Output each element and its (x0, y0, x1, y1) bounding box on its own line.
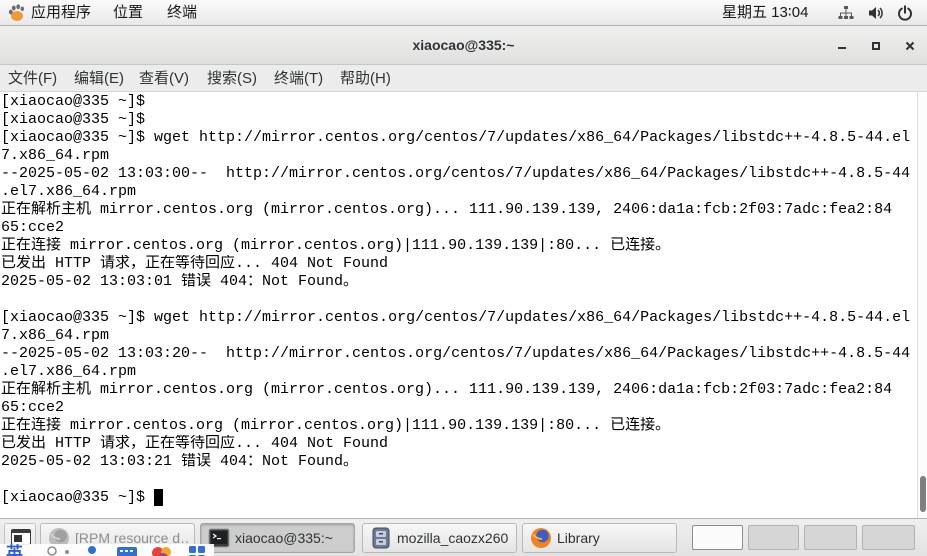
terminal-line: 正在解析主机 mirror.centos.org (mirror.centos.… (1, 201, 893, 218)
terminal-line: 2025-05-02 13:03:21 错误 404：Not Found。 (1, 453, 359, 470)
menu-help[interactable]: 帮助(H) (340, 65, 391, 92)
maximize-icon (872, 42, 880, 50)
dot-icon[interactable] (62, 545, 72, 556)
terminal-line: 已发出 HTTP 请求，正在等待回应... 404 Not Found (1, 255, 389, 272)
user-icon[interactable] (84, 545, 100, 556)
terminal-line: 正在连接 mirror.centos.org (mirror.centos.or… (1, 417, 671, 434)
window-title: xiaocao@335:~ (412, 37, 515, 53)
window-titlebar[interactable]: xiaocao@335:~ (0, 26, 927, 65)
prompt-text: [xiaocao@335 ~]$ (1, 489, 155, 506)
minimize-button[interactable] (832, 38, 852, 54)
menu-edit[interactable]: 编辑(E) (74, 65, 124, 92)
terminal-line: [xiaocao@335 ~]$ (1, 111, 146, 128)
terminal-line: [xiaocao@335 ~]$ (1, 93, 146, 110)
close-icon (905, 41, 915, 51)
minimize-icon (838, 47, 846, 49)
terminal-line: 7.x86_64.rpm (1, 327, 110, 344)
workspace-2[interactable] (748, 525, 799, 550)
keyboard-icon[interactable] (116, 545, 138, 556)
gnome-foot-icon[interactable] (7, 4, 25, 22)
input-mode-toggle[interactable]: 英 (6, 544, 23, 556)
terminal-line: [xiaocao@335 ~]$ wget http://mirror.cent… (1, 129, 911, 146)
task-label: xiaocao@335:~ (235, 530, 333, 546)
terminal-line: .el7.x86_64.rpm (1, 363, 137, 380)
menu-search[interactable]: 搜索(S) (207, 65, 257, 92)
terminal-line: 7.x86_64.rpm (1, 147, 110, 164)
workspace-3[interactable] (804, 525, 857, 550)
places-menu-button[interactable]: 位置 (113, 2, 143, 24)
terminal-line: 已发出 HTTP 请求，正在等待回应... 404 Not Found (1, 435, 389, 452)
terminal-prompt-line: [xiaocao@335 ~]$ (1, 489, 917, 507)
firefox-icon (530, 527, 552, 549)
terminal-line: 65:cce2 (1, 219, 65, 236)
task-label: mozilla_caozx260 (397, 530, 509, 546)
punctuation-icon[interactable] (46, 545, 58, 556)
file-cabinet-icon (370, 527, 392, 549)
menu-file[interactable]: 文件(F) (8, 65, 57, 92)
menu-view[interactable]: 查看(V) (139, 65, 189, 92)
task-button-mozilla-folder[interactable]: mozilla_caozx260 (362, 523, 517, 553)
input-method-toolbar: 英 (0, 544, 214, 556)
terminal-line: 2025-05-02 13:03:01 错误 404：Not Found。 (1, 273, 359, 290)
workspace-1[interactable] (692, 525, 743, 550)
terminal-scrollbar[interactable] (917, 92, 927, 518)
task-label: Library (557, 530, 600, 546)
workspace-4[interactable] (862, 525, 915, 550)
toolbox-icon[interactable] (188, 545, 206, 556)
terminal-view[interactable]: [xiaocao@335 ~]$ [xiaocao@335 ~]$ [xiaoc… (0, 92, 917, 518)
terminal-line: 正在连接 mirror.centos.org (mirror.centos.or… (1, 237, 671, 254)
task-button-terminal[interactable]: xiaocao@335:~ (200, 523, 355, 553)
terminal-line: [xiaocao@335 ~]$ wget http://mirror.cent… (1, 309, 911, 326)
applications-menu-button[interactable]: 应用程序 (31, 2, 91, 24)
terminal-line: --2025-05-02 13:03:20-- http://mirror.ce… (1, 345, 911, 362)
terminal-line: --2025-05-02 13:03:00-- http://mirror.ce… (1, 165, 911, 182)
menu-terminal[interactable]: 终端(T) (274, 65, 323, 92)
scrollbar-thumb[interactable] (920, 476, 926, 512)
menu-bar: 文件(F) 编辑(E) 查看(V) 搜索(S) 终端(T) 帮助(H) (0, 65, 927, 92)
top-panel: 应用程序 位置 终端 星期五 13∶04 (0, 0, 927, 26)
terminal-line: .el7.x86_64.rpm (1, 183, 137, 200)
close-button[interactable] (900, 38, 920, 54)
network-wired-icon[interactable] (838, 5, 854, 21)
task-button-library[interactable]: Library (522, 523, 677, 553)
skin-icon[interactable] (150, 545, 176, 556)
maximize-button[interactable] (866, 38, 886, 54)
volume-icon[interactable] (868, 5, 884, 21)
clock[interactable]: 星期五 13∶04 (722, 2, 808, 24)
power-icon[interactable] (897, 5, 913, 21)
terminal-cursor (154, 489, 164, 506)
terminal-line: 65:cce2 (1, 399, 65, 416)
terminal-line: 正在解析主机 mirror.centos.org (mirror.centos.… (1, 381, 893, 398)
app-menu-button[interactable]: 终端 (167, 2, 197, 24)
